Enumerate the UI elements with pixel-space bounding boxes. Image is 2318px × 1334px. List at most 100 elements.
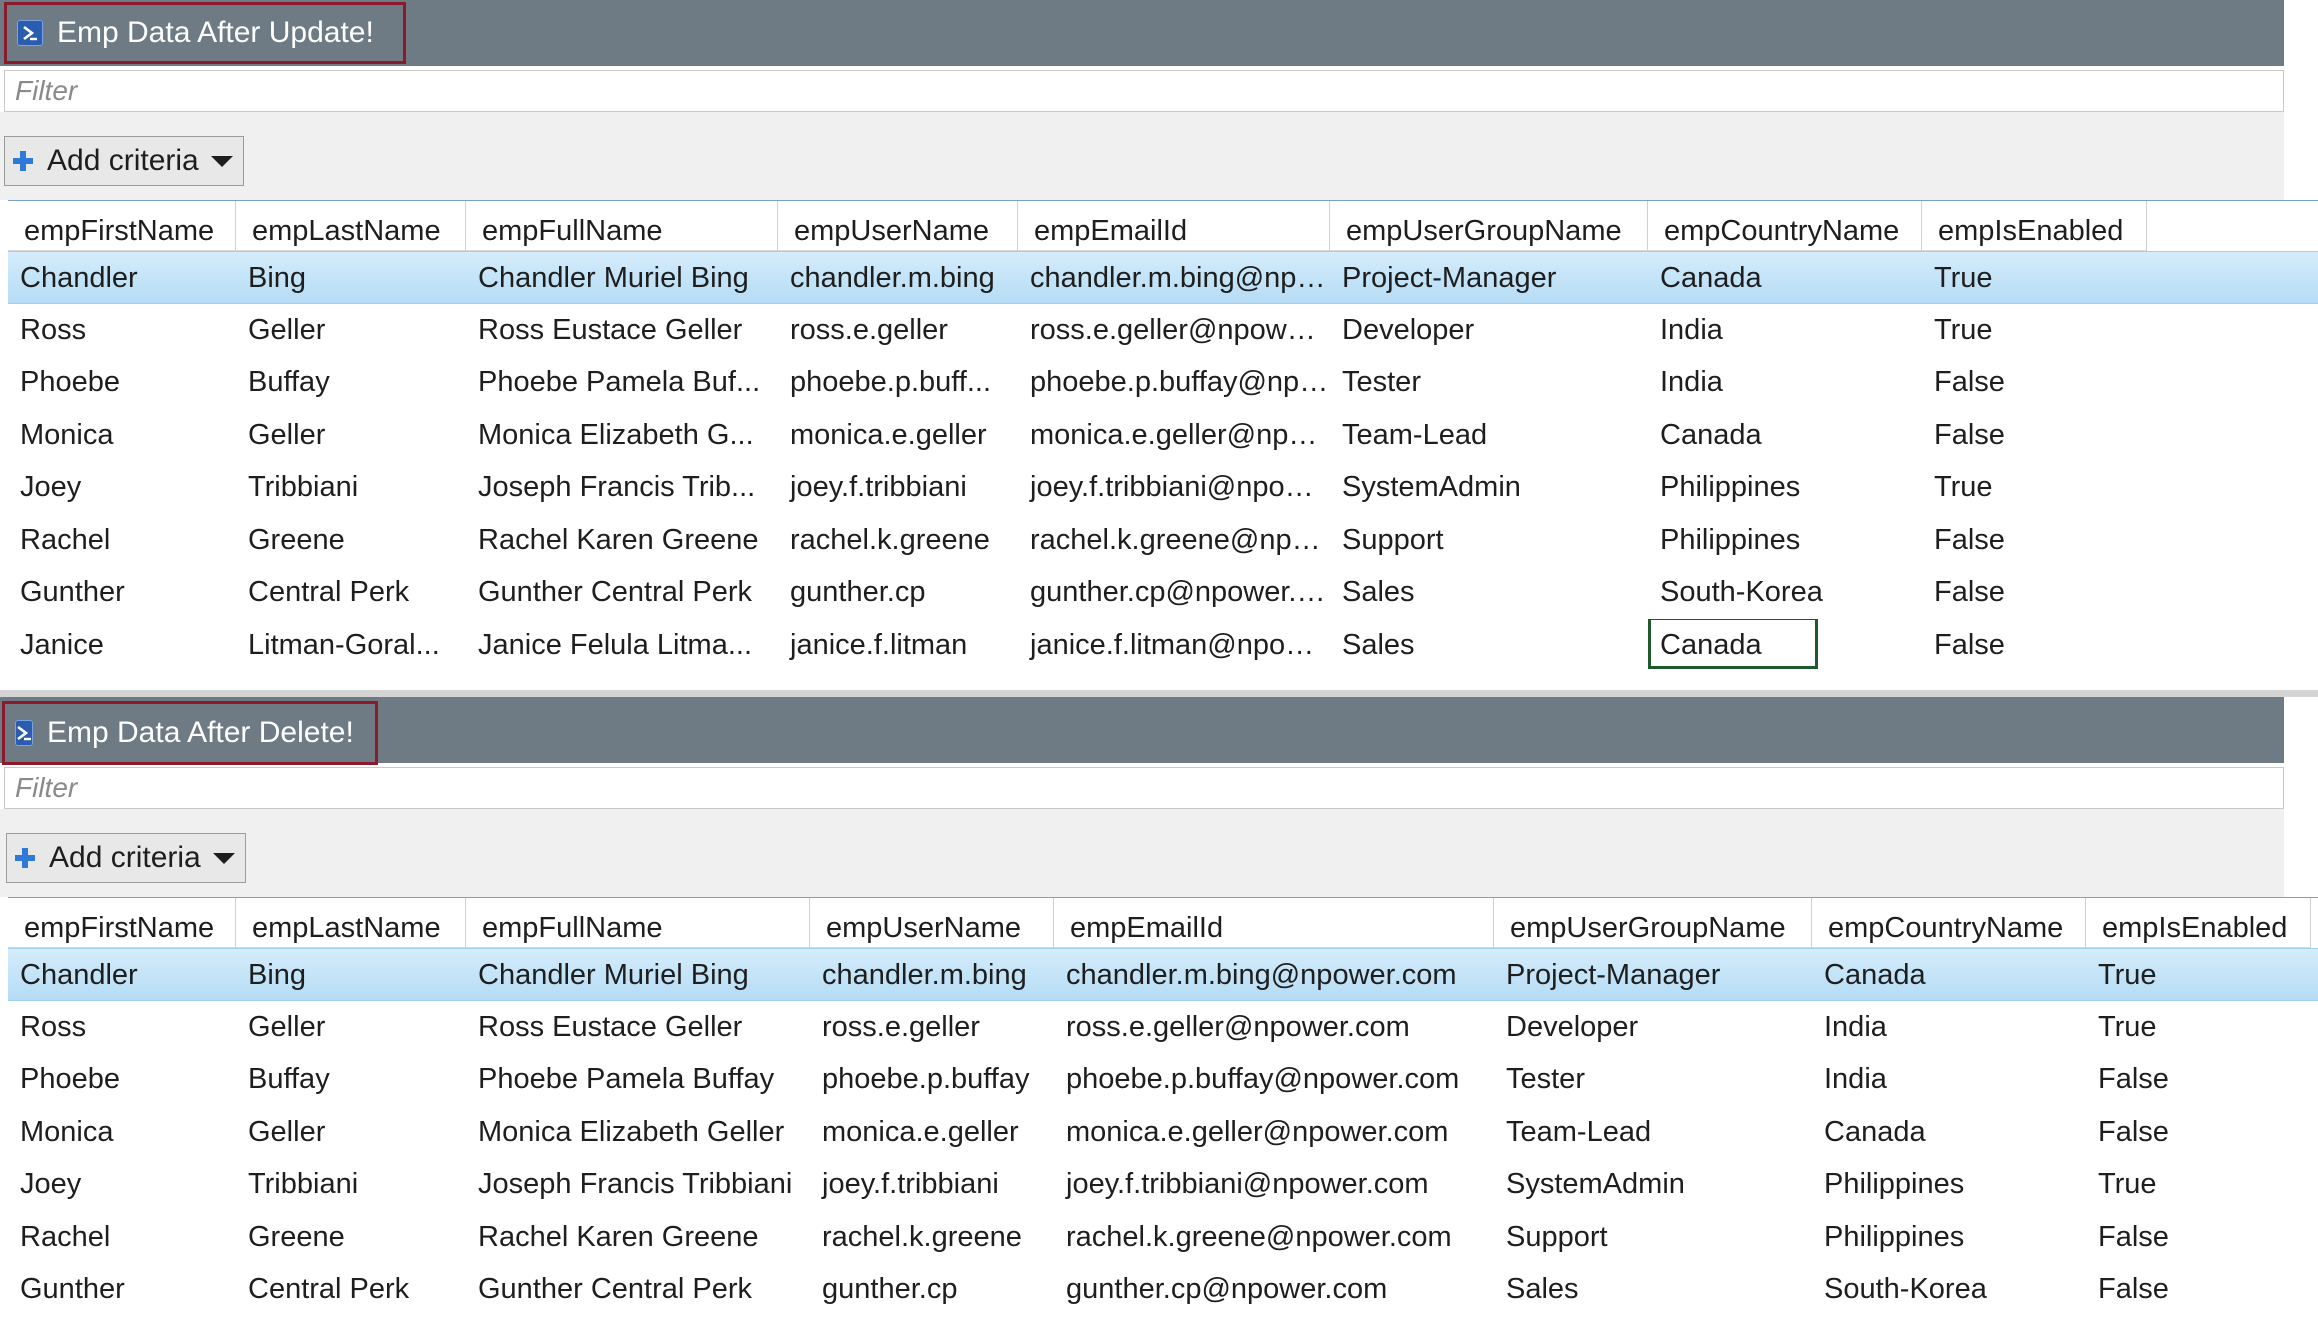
table-cell-empUserName[interactable]: janice.f.litman: [778, 619, 1018, 672]
column-header-empCountryName[interactable]: empCountryName: [1648, 201, 1922, 251]
column-header-empIsEnabled[interactable]: empIsEnabled: [2086, 898, 2311, 948]
table-cell-empEmailId[interactable]: gunther.cp@npower.com: [1054, 1263, 1494, 1316]
table-cell-empUserName[interactable]: phoebe.p.buff...: [778, 356, 1018, 409]
table-cell-empLastName[interactable]: Bing: [236, 252, 466, 303]
table-cell-empEmailId[interactable]: joey.f.tribbiani@npower.com: [1018, 461, 1330, 514]
table-cell-empIsEnabled[interactable]: True: [1922, 461, 2147, 514]
table-cell-empFirstName[interactable]: Ross: [8, 1001, 236, 1054]
table-cell-empUserName[interactable]: chandler.m.bing: [810, 949, 1054, 1000]
table-cell-empCountryName[interactable]: Canada: [1648, 409, 1922, 462]
table-cell-empCountryName[interactable]: India: [1812, 1053, 2086, 1106]
table-cell-empIsEnabled[interactable]: False: [2086, 1263, 2311, 1316]
table-cell-empEmailId[interactable]: monica.e.geller@npower.com: [1054, 1106, 1494, 1159]
table-cell-empFirstName[interactable]: Joey: [8, 1158, 236, 1211]
table-row[interactable]: Rachel Greene Rachel Karen Greene rachel.k.…: [8, 514, 2318, 567]
table-row[interactable]: Monica Geller Monica Elizabeth G... monica.…: [8, 409, 2318, 462]
table-cell-empFullName[interactable]: Joseph Francis Tribbiani: [466, 1158, 810, 1211]
table-cell-empUserName[interactable]: rachel.k.greene: [778, 514, 1018, 567]
table-cell-empFirstName[interactable]: Gunther: [8, 1263, 236, 1316]
column-header-empUserGroupName[interactable]: empUserGroupName: [1494, 898, 1812, 948]
table-cell-empCountryName[interactable]: Philippines: [1812, 1158, 2086, 1211]
table-cell-empFullName[interactable]: Monica Elizabeth Geller: [466, 1106, 810, 1159]
table-cell-empUserGroupName[interactable]: Support: [1494, 1211, 1812, 1264]
table-cell-empIsEnabled[interactable]: False: [2086, 1053, 2311, 1106]
table-cell-empUserName[interactable]: gunther.cp: [810, 1263, 1054, 1316]
filter-input[interactable]: [13, 70, 2283, 112]
column-header-empUserName[interactable]: empUserName: [778, 201, 1018, 251]
column-header-empFirstName[interactable]: empFirstName: [8, 201, 236, 251]
table-cell-empLastName[interactable]: Tribbiani: [236, 1158, 466, 1211]
table-cell-empFirstName[interactable]: Chandler: [8, 949, 236, 1000]
table-cell-empIsEnabled[interactable]: True: [2086, 1158, 2311, 1211]
table-cell-empFullName[interactable]: Monica Elizabeth G...: [466, 409, 778, 462]
table-cell-empCountryName[interactable]: India: [1648, 304, 1922, 357]
table-row[interactable]: Janice Litman-Goral... Janice Felula Litma…: [8, 618, 2318, 672]
table-cell-empFirstName[interactable]: Gunther: [8, 566, 236, 619]
table-cell-empUserName[interactable]: monica.e.geller: [778, 409, 1018, 462]
table-cell-empLastName[interactable]: Central Perk: [236, 1263, 466, 1316]
table-cell-empEmailId[interactable]: joey.f.tribbiani@npower.com: [1054, 1158, 1494, 1211]
table-cell-empUserGroupName[interactable]: Sales: [1330, 619, 1648, 672]
table-cell-empUserName[interactable]: chandler.m.bing: [778, 252, 1018, 303]
table-cell-empUserName[interactable]: ross.e.geller: [810, 1001, 1054, 1054]
table-cell-empIsEnabled[interactable]: True: [1922, 252, 2147, 303]
table-cell-empFirstName[interactable]: Ross: [8, 304, 236, 357]
table-cell-empFullName[interactable]: Rachel Karen Greene: [466, 514, 778, 567]
table-cell-empFullName[interactable]: Janice Felula Litma...: [466, 619, 778, 672]
table-cell-empEmailId[interactable]: ross.e.geller@npower.com: [1054, 1001, 1494, 1054]
table-cell-empFullName[interactable]: Ross Eustace Geller: [466, 304, 778, 357]
column-header-empUserName[interactable]: empUserName: [810, 898, 1054, 948]
table-cell-empLastName[interactable]: Tribbiani: [236, 461, 466, 514]
table-cell-empUserGroupName[interactable]: Team-Lead: [1330, 409, 1648, 462]
table-cell-empIsEnabled[interactable]: False: [1922, 566, 2147, 619]
table-cell-empUserGroupName[interactable]: Project-Manager: [1330, 252, 1648, 303]
table-cell-empCountryName[interactable]: South-Korea: [1648, 566, 1922, 619]
table-cell-empFirstName[interactable]: Rachel: [8, 1211, 236, 1264]
column-header-empUserGroupName[interactable]: empUserGroupName: [1330, 201, 1648, 251]
table-cell-empIsEnabled[interactable]: False: [1922, 356, 2147, 409]
table-cell-empFullName[interactable]: Phoebe Pamela Buffay: [466, 1053, 810, 1106]
table-cell-empUserGroupName[interactable]: Developer: [1330, 304, 1648, 357]
table-cell-empFirstName[interactable]: Joey: [8, 461, 236, 514]
table-cell-empLastName[interactable]: Geller: [236, 409, 466, 462]
table-cell-empCountryName[interactable]: Canada: [1648, 618, 1922, 672]
table-cell-empUserName[interactable]: rachel.k.greene: [810, 1211, 1054, 1264]
table-cell-empEmailId[interactable]: rachel.k.greene@npower.com: [1054, 1211, 1494, 1264]
table-cell-empFullName[interactable]: Chandler Muriel Bing: [466, 252, 778, 303]
table-cell-empFullName[interactable]: Chandler Muriel Bing: [466, 949, 810, 1000]
column-header-empIsEnabled[interactable]: empIsEnabled: [1922, 201, 2147, 251]
column-header-empLastName[interactable]: empLastName: [236, 898, 466, 948]
table-cell-empLastName[interactable]: Greene: [236, 1211, 466, 1264]
table-cell-empCountryName[interactable]: India: [1648, 356, 1922, 409]
table-cell-empFullName[interactable]: Ross Eustace Geller: [466, 1001, 810, 1054]
table-cell-empLastName[interactable]: Geller: [236, 1106, 466, 1159]
table-cell-empCountryName[interactable]: Philippines: [1812, 1211, 2086, 1264]
table-cell-empLastName[interactable]: Greene: [236, 514, 466, 567]
table-cell-empUserName[interactable]: joey.f.tribbiani: [810, 1158, 1054, 1211]
table-cell-empCountryName[interactable]: Philippines: [1648, 461, 1922, 514]
table-row[interactable]: Phoebe Buffay Phoebe Pamela Buf... phoebe.p…: [8, 356, 2318, 409]
table-cell-empUserName[interactable]: ross.e.geller: [778, 304, 1018, 357]
table-cell-empCountryName[interactable]: Canada: [1812, 949, 2086, 1000]
table-cell-empUserName[interactable]: phoebe.p.buffay: [810, 1053, 1054, 1106]
table-cell-empUserGroupName[interactable]: Support: [1330, 514, 1648, 567]
add-criteria-button[interactable]: Add criteria: [4, 136, 244, 186]
table-cell-empIsEnabled[interactable]: False: [1922, 409, 2147, 462]
table-row[interactable]: Rachel Greene Rachel Karen Greene rachel.k.…: [8, 1211, 2318, 1264]
table-cell-empFirstName[interactable]: Monica: [8, 409, 236, 462]
table-cell-empFirstName[interactable]: Chandler: [8, 252, 236, 303]
table-cell-empIsEnabled[interactable]: False: [1922, 619, 2147, 672]
table-row[interactable]: Gunther Central Perk Gunther Central Perk g…: [8, 1263, 2318, 1316]
table-cell-empIsEnabled[interactable]: True: [2086, 949, 2311, 1000]
table-cell-empEmailId[interactable]: chandler.m.bing@npower.com: [1018, 252, 1330, 303]
table-cell-empLastName[interactable]: Buffay: [236, 1053, 466, 1106]
column-header-empFullName[interactable]: empFullName: [466, 898, 810, 948]
table-cell-empLastName[interactable]: Litman-Goral...: [236, 619, 466, 672]
column-header-empLastName[interactable]: empLastName: [236, 201, 466, 251]
table-cell-empFullName[interactable]: Rachel Karen Greene: [466, 1211, 810, 1264]
table-cell-empUserGroupName[interactable]: Developer: [1494, 1001, 1812, 1054]
column-header-empFullName[interactable]: empFullName: [466, 201, 778, 251]
column-header-empFirstName[interactable]: empFirstName: [8, 898, 236, 948]
table-cell-empIsEnabled[interactable]: False: [2086, 1106, 2311, 1159]
table-cell-empUserGroupName[interactable]: SystemAdmin: [1494, 1158, 1812, 1211]
